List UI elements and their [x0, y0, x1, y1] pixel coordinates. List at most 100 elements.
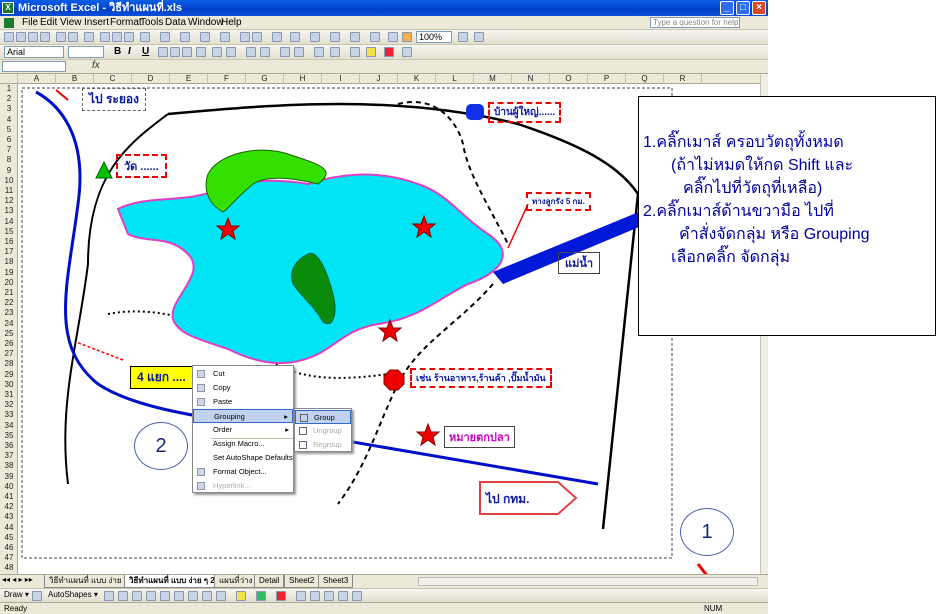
help-icon[interactable] [458, 32, 468, 42]
column-header[interactable]: D [132, 74, 170, 84]
row-header[interactable]: 37 [0, 451, 18, 460]
row-header[interactable]: 31 [0, 390, 18, 399]
row-header[interactable]: 13 [0, 206, 18, 215]
chart-wizard-icon[interactable] [272, 32, 282, 42]
row-header[interactable]: 47 [0, 553, 18, 562]
row-header[interactable]: 39 [0, 472, 18, 481]
label-fish-village[interactable]: หมายตกปลา [444, 426, 515, 448]
label-village-head[interactable]: บ้านผู้ใหญ่...... [488, 102, 562, 123]
menu-format-object[interactable]: Format Object... [193, 465, 293, 479]
column-header[interactable]: I [322, 74, 360, 84]
diagram-icon[interactable] [188, 591, 198, 601]
font-color-icon[interactable] [276, 591, 286, 601]
tab-sheet3[interactable]: Sheet3 [318, 575, 354, 588]
row-header[interactable]: 25 [0, 329, 18, 338]
column-header[interactable]: G [246, 74, 284, 84]
highlight-icon[interactable] [366, 47, 376, 57]
row-header[interactable]: 27 [0, 349, 18, 358]
row-header[interactable]: 38 [0, 461, 18, 470]
row-header[interactable]: 11 [0, 186, 18, 195]
rectangle-icon[interactable] [132, 591, 142, 601]
line-color-icon[interactable] [256, 591, 266, 601]
tab-detail[interactable]: Detail [254, 575, 285, 588]
currency-icon[interactable] [212, 47, 222, 57]
format-painter-icon[interactable] [140, 32, 150, 42]
row-header[interactable]: 36 [0, 441, 18, 450]
row-header[interactable]: 34 [0, 421, 18, 430]
select-all-corner[interactable] [0, 74, 18, 84]
sort-ascending-icon[interactable] [240, 32, 250, 42]
minimize-button[interactable]: _ [720, 1, 734, 15]
row-header[interactable]: 26 [0, 339, 18, 348]
submenu-group[interactable]: Group [295, 410, 351, 424]
row-header[interactable]: 23 [0, 308, 18, 317]
line-icon[interactable] [104, 591, 114, 601]
menu-view[interactable]: View [60, 17, 82, 28]
label-intersection[interactable]: 4 แยก .... [130, 366, 193, 389]
row-header[interactable]: 45 [0, 533, 18, 542]
row-header[interactable]: 24 [0, 319, 18, 328]
row-header[interactable]: 7 [0, 145, 18, 154]
row-header[interactable]: 8 [0, 155, 18, 164]
ask-question-input[interactable]: Type a question for help [650, 17, 740, 28]
chart-icon[interactable] [330, 32, 340, 42]
dash-style-icon[interactable] [310, 591, 320, 601]
cut-icon[interactable] [100, 32, 110, 42]
row-header[interactable]: 18 [0, 257, 18, 266]
symbol-icon[interactable] [290, 32, 300, 42]
increase-indent-icon[interactable] [294, 47, 304, 57]
3d-icon[interactable] [352, 591, 362, 601]
fx-icon[interactable]: fx [92, 60, 100, 71]
column-header[interactable]: P [588, 74, 626, 84]
menu-window[interactable]: Window [188, 17, 224, 28]
row-header[interactable]: 41 [0, 492, 18, 501]
menu-tools[interactable]: Tools [140, 17, 163, 28]
menu-insert[interactable]: Insert [84, 17, 109, 28]
font-color-icon[interactable] [384, 47, 394, 57]
print-preview-icon[interactable] [68, 32, 78, 42]
permission-icon[interactable] [40, 32, 50, 42]
sigma-icon[interactable] [310, 32, 320, 42]
italic-button[interactable]: I [128, 46, 131, 57]
toolbar-options-icon[interactable] [402, 47, 412, 57]
horizontal-scrollbar[interactable] [418, 577, 758, 586]
toolbar-options-icon[interactable] [474, 32, 484, 42]
spelling-icon[interactable] [84, 32, 94, 42]
draw-menu-button[interactable]: Draw ▾ [4, 590, 29, 599]
row-header[interactable]: 19 [0, 268, 18, 277]
wordart-icon[interactable] [174, 591, 184, 601]
font-grow-icon[interactable] [246, 47, 256, 57]
row-header[interactable]: 43 [0, 512, 18, 521]
row-header[interactable]: 1 [0, 84, 18, 93]
row-header[interactable]: 16 [0, 237, 18, 246]
row-header[interactable]: 10 [0, 176, 18, 185]
row-header[interactable]: 42 [0, 502, 18, 511]
menu-set-autoshape-defaults[interactable]: Set AutoShape Defaults [193, 451, 293, 465]
row-header[interactable]: 46 [0, 543, 18, 552]
row-header[interactable]: 20 [0, 278, 18, 287]
column-header[interactable]: B [56, 74, 94, 84]
close-button[interactable]: × [752, 1, 766, 15]
borders-icon[interactable] [330, 47, 340, 57]
row-header[interactable]: 12 [0, 196, 18, 205]
row-header[interactable]: 32 [0, 400, 18, 409]
menu-copy[interactable]: Copy [193, 381, 293, 395]
map-icon[interactable] [388, 32, 398, 42]
line-style-icon[interactable] [296, 591, 306, 601]
row-header[interactable]: 9 [0, 166, 18, 175]
percent-icon[interactable] [226, 47, 236, 57]
row-header[interactable]: 14 [0, 217, 18, 226]
column-header[interactable]: N [512, 74, 550, 84]
workbook-icon[interactable] [4, 18, 14, 28]
row-header[interactable]: 2 [0, 94, 18, 103]
row-header[interactable]: 28 [0, 359, 18, 368]
tab-map-easy[interactable]: วิธีทำแผนที่ แบบ ง่าย ๆ [44, 575, 134, 588]
row-header[interactable]: 17 [0, 247, 18, 256]
autoshapes-menu-button[interactable]: AutoShapes ▾ [48, 590, 98, 599]
row-header[interactable]: 6 [0, 135, 18, 144]
align-right-icon[interactable] [182, 47, 192, 57]
row-header[interactable]: 30 [0, 380, 18, 389]
menu-format[interactable]: Format [110, 17, 142, 28]
column-header[interactable]: C [94, 74, 132, 84]
fill-color-icon[interactable] [236, 591, 246, 601]
